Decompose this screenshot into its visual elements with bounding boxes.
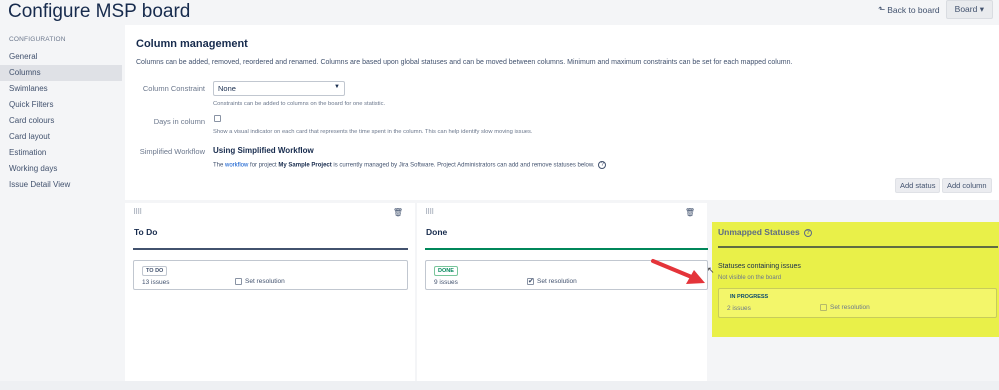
days-in-column-label: Days in column — [153, 117, 205, 126]
unmapped-subtitle-2: Not visible on the board — [718, 275, 782, 281]
sidebar-item-general[interactable]: General — [0, 49, 122, 65]
drag-handle-icon[interactable]: ⠿⠿ — [133, 208, 142, 216]
status-card-to-do[interactable]: TO DO 13 issues Set resolution — [133, 260, 408, 290]
workflow-text-2: for project — [250, 162, 277, 169]
trash-icon[interactable]: 🗑 — [393, 208, 403, 217]
status-lozenge: IN PROGRESS — [730, 294, 769, 300]
days-in-column-checkbox[interactable] — [214, 115, 221, 122]
sidebar-item-card-colours[interactable]: Card colours — [0, 113, 122, 129]
set-resolution-label: Set resolution — [830, 304, 870, 312]
simplified-workflow-label: Simplified Workflow — [139, 147, 205, 156]
unmapped-statuses-area: Unmapped Statuses ? Statuses containing … — [712, 222, 999, 337]
column-bar — [133, 248, 408, 250]
column-constraint-select[interactable]: None ▼ — [213, 81, 345, 96]
sidebar-item-swimlanes[interactable]: Swimlanes — [0, 81, 122, 97]
issue-count: 13 issues — [142, 279, 170, 286]
unmapped-title: Unmapped Statuses ? — [718, 227, 813, 237]
set-resolution[interactable]: Set resolution — [235, 278, 285, 285]
workflow-title: Using Simplified Workflow — [213, 146, 314, 155]
unmapped-title-text: Unmapped Statuses — [718, 227, 800, 237]
set-resolution[interactable]: ✔ Set resolution — [527, 278, 577, 285]
column-constraint-label: Column Constraint — [142, 84, 205, 93]
set-resolution-checkbox[interactable] — [235, 278, 242, 285]
workflow-project: My Sample Project — [278, 162, 332, 169]
days-help: Show a visual indicator on each card tha… — [213, 129, 533, 135]
help-icon[interactable]: ? — [804, 228, 813, 237]
workflow-info: The workflow for project My Sample Proje… — [213, 161, 607, 169]
sidebar-heading: CONFIGURATION — [9, 36, 66, 43]
set-resolution[interactable]: Set resolution — [820, 304, 870, 311]
set-resolution-label: Set resolution — [245, 278, 285, 286]
column-title[interactable]: To Do — [134, 227, 157, 237]
set-resolution-label: Set resolution — [537, 278, 577, 286]
top-actions: ⬑ Back to board Board ▾ — [878, 0, 993, 19]
sidebar-item-estimation[interactable]: Estimation — [0, 145, 122, 161]
sidebar-item-issue-detail-view[interactable]: Issue Detail View — [0, 177, 122, 193]
board-column-done[interactable]: ⠿⠿ 🗑 Done DONE 9 issues ✔ Set resolution — [417, 203, 708, 381]
back-label: Back to board — [887, 4, 940, 15]
sidebar: CONFIGURATION General Columns Swimlanes … — [0, 36, 122, 193]
cursor-icon: ↖ — [707, 265, 715, 275]
constraint-help: Constraints can be added to columns on t… — [213, 101, 386, 107]
unmapped-bar — [718, 246, 998, 248]
help-icon[interactable]: ? — [598, 161, 607, 169]
issue-count: 9 issues — [434, 279, 458, 286]
annotation-arrow — [651, 259, 705, 284]
add-column-button[interactable]: Add column — [942, 178, 992, 193]
status-lozenge: TO DO — [142, 266, 168, 276]
constraint-value: None — [218, 84, 236, 93]
set-resolution-checkbox[interactable]: ✔ — [527, 278, 534, 285]
status-lozenge: DONE — [434, 266, 458, 276]
column-bar — [425, 248, 708, 250]
column-title[interactable]: Done — [426, 227, 447, 237]
sidebar-item-quick-filters[interactable]: Quick Filters — [0, 97, 122, 113]
board-column-to-do[interactable]: ⠿⠿ 🗑 To Do TO DO 13 issues Set resolutio… — [125, 203, 415, 381]
set-resolution-checkbox[interactable] — [820, 304, 827, 311]
section-description: Columns can be added, removed, reordered… — [136, 59, 793, 66]
sidebar-item-working-days[interactable]: Working days — [0, 161, 122, 177]
workflow-text-3: is currently managed by Jira Software. P… — [333, 162, 595, 169]
chevron-down-icon: ▾ — [979, 4, 984, 14]
sidebar-item-columns[interactable]: Columns — [0, 65, 122, 81]
issue-count: 2 issues — [727, 305, 751, 312]
back-arrow-icon: ⬑ — [878, 4, 886, 14]
column-management-panel: Column management Columns can be added, … — [125, 25, 999, 200]
unmapped-subtitle: Statuses containing issues — [718, 263, 801, 270]
caret-down-icon: ▼ — [334, 84, 340, 90]
status-card-in-progress[interactable]: IN PROGRESS 2 issues Set resolution — [718, 288, 997, 318]
back-to-board-link[interactable]: ⬑ Back to board — [878, 4, 940, 15]
workflow-link[interactable]: workflow — [225, 163, 248, 169]
section-title: Column management — [136, 38, 248, 50]
board-dropdown-button[interactable]: Board ▾ — [945, 0, 993, 19]
drag-handle-icon[interactable]: ⠿⠿ — [425, 208, 434, 216]
workflow-text-1: The — [213, 162, 224, 169]
add-status-button[interactable]: Add status — [895, 178, 941, 193]
board-label: Board — [954, 4, 978, 14]
page-title: Configure MSP board — [8, 1, 191, 22]
trash-icon[interactable]: 🗑 — [685, 208, 695, 217]
sidebar-item-card-layout[interactable]: Card layout — [0, 129, 122, 145]
footer-strip — [0, 381, 999, 390]
